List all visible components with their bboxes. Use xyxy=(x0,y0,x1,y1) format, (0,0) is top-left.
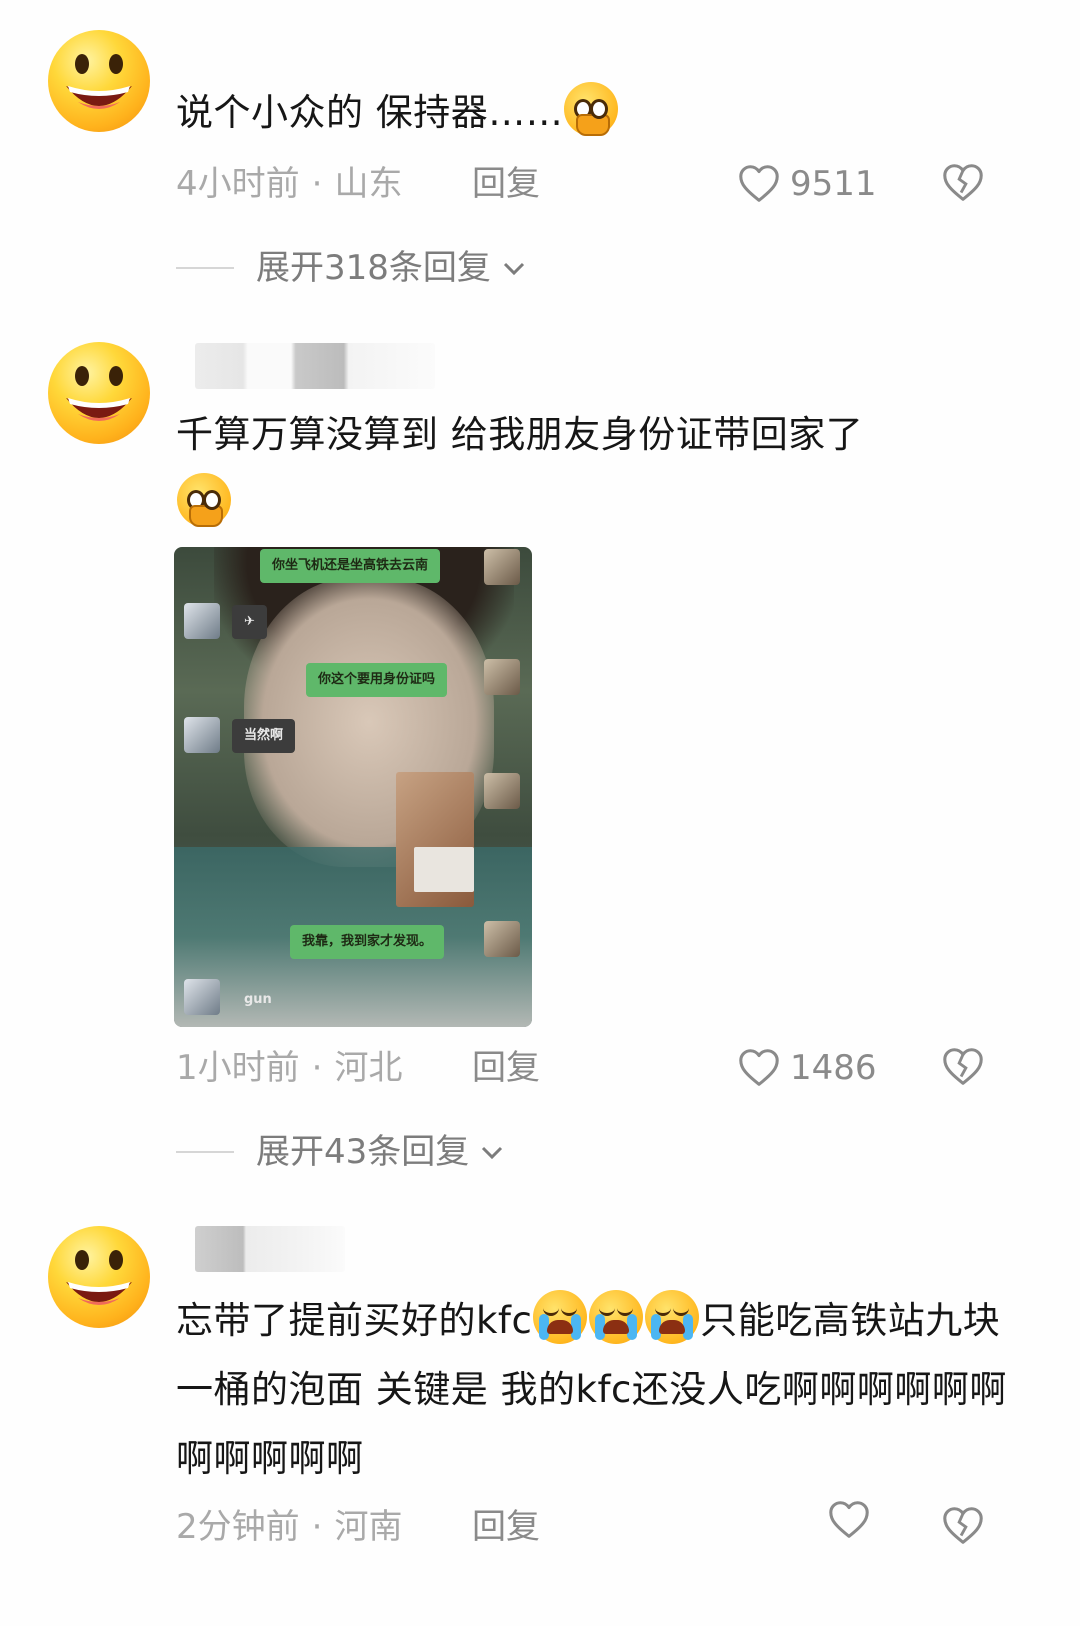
chat-bubble: 我靠，我到家才发现。 xyxy=(290,925,445,959)
smiley-icon xyxy=(66,54,132,109)
like-count: 1486 xyxy=(790,1048,877,1088)
timestamp: 1小时前 xyxy=(176,1048,300,1088)
comment-text: 说个小众的 保持器…… xyxy=(176,78,1036,147)
comment-meta: 1小时前 · 河北 回复 1486 xyxy=(176,1038,1036,1098)
comment-text: 忘带了提前买好的kfc 只能吃高铁站九块一桶的泡面 关键是 我的kfc还没人吃啊啊… xyxy=(176,1286,1036,1493)
comment-meta: 2分钟前 · 河南 回复 xyxy=(176,1497,1036,1557)
comment-meta: 4小时前 · 山东 回复 9511 xyxy=(176,154,1036,214)
reply-button[interactable]: 回复 xyxy=(472,154,540,214)
expand-replies-button[interactable]: 展开318条回复 xyxy=(176,238,529,298)
chat-bubble: ✈ xyxy=(232,605,267,639)
like-button[interactable] xyxy=(826,1497,880,1543)
dislike-button[interactable] xyxy=(940,160,986,225)
dislike-button[interactable] xyxy=(940,1044,986,1109)
timestamp: 4小时前 xyxy=(176,164,300,204)
heart-icon xyxy=(829,1501,869,1538)
avatar[interactable] xyxy=(48,30,150,132)
chat-bubble: 当然啊 xyxy=(232,719,296,753)
comment-text: 千算万算没算到 给我朋友身份证带回家了 xyxy=(176,400,1036,538)
id-card xyxy=(414,847,474,892)
chat-avatar xyxy=(184,979,220,1015)
dislike-button[interactable] xyxy=(940,1503,986,1568)
like-button[interactable]: 9511 xyxy=(736,154,877,214)
username-blurred[interactable] xyxy=(195,343,435,389)
avatar[interactable] xyxy=(48,1226,150,1328)
heart-icon xyxy=(739,165,779,202)
timestamp: 2分钟前 xyxy=(176,1507,300,1547)
chevron-down-icon xyxy=(482,1146,503,1160)
smiley-icon xyxy=(66,366,132,421)
loudly-crying-face-icon xyxy=(533,1290,588,1344)
reply-button[interactable]: 回复 xyxy=(472,1038,540,1098)
loudly-crying-face-icon xyxy=(589,1290,644,1344)
pleading-face-icon xyxy=(177,473,231,527)
chat-avatar xyxy=(484,659,520,695)
broken-heart-icon xyxy=(943,1048,983,1085)
chat-bubble: gun xyxy=(244,992,272,1007)
broken-heart-icon xyxy=(943,164,983,201)
like-count: 9511 xyxy=(790,164,877,204)
location: 山东 xyxy=(334,164,403,204)
like-button[interactable]: 1486 xyxy=(736,1038,877,1098)
loudly-crying-face-icon xyxy=(645,1290,700,1344)
expand-replies-button[interactable]: 展开43条回复 xyxy=(176,1122,507,1182)
chat-screenshot-image[interactable]: 你坐飞机还是坐高铁去云南 ✈ 你这个要用身份证吗 当然啊 我靠，我到家才发现。 … xyxy=(174,547,532,1027)
chat-avatar xyxy=(184,603,220,639)
chevron-down-icon xyxy=(503,262,524,276)
smiley-icon xyxy=(66,1250,132,1305)
chat-bubble: 你这个要用身份证吗 xyxy=(306,663,448,697)
username-blurred[interactable] xyxy=(195,1226,345,1272)
location: 河南 xyxy=(334,1507,403,1547)
heart-icon xyxy=(739,1049,779,1086)
chat-avatar xyxy=(484,549,520,585)
divider xyxy=(176,267,234,269)
chat-avatar xyxy=(184,717,220,753)
reply-button[interactable]: 回复 xyxy=(472,1497,540,1557)
chat-bubble: 你坐飞机还是坐高铁去云南 xyxy=(260,549,441,583)
broken-heart-icon xyxy=(943,1507,983,1544)
chat-avatar xyxy=(484,921,520,957)
chat-avatar xyxy=(484,773,520,809)
avatar[interactable] xyxy=(48,342,150,444)
location: 河北 xyxy=(334,1048,403,1088)
divider xyxy=(176,1151,234,1153)
pleading-face-icon xyxy=(564,82,619,136)
